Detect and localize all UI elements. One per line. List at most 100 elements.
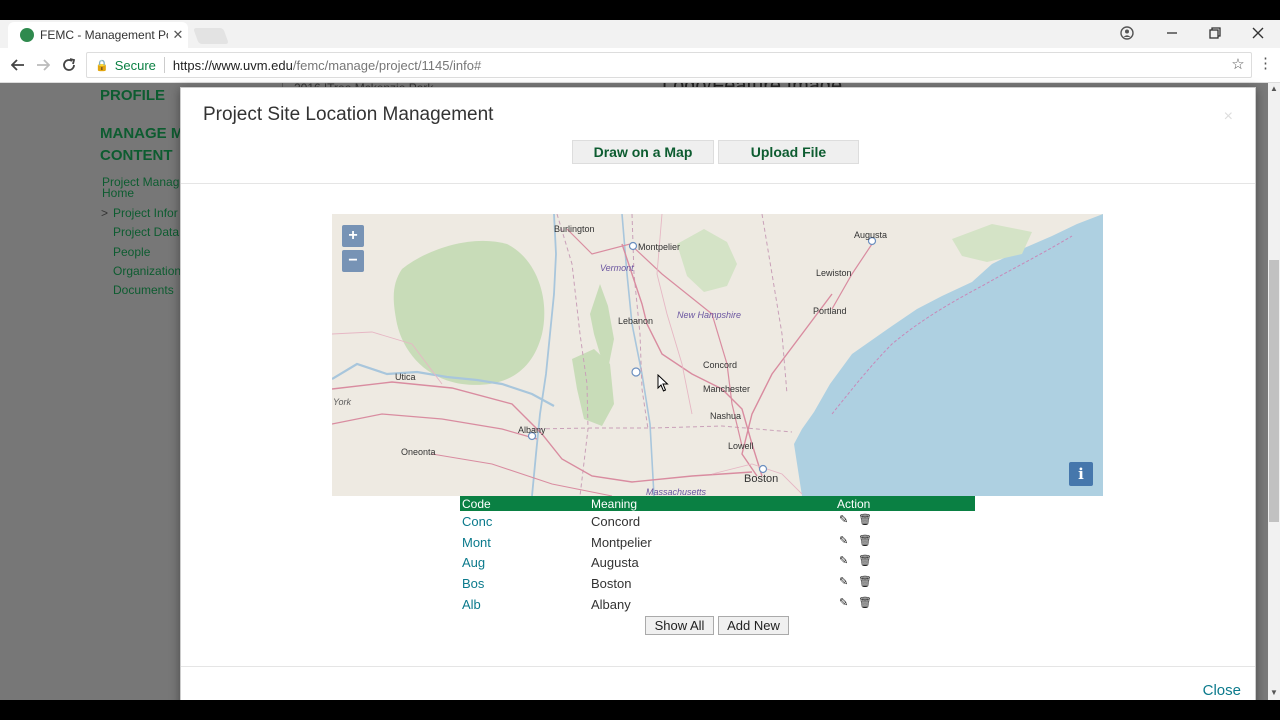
edit-icon[interactable]: ✎ [839, 513, 848, 526]
tab-title: FEMC - Management Po [40, 28, 168, 42]
map-forest-adirondacks [393, 240, 545, 385]
map-forest-white-mountains [677, 229, 737, 292]
screen-bottom-bar [0, 700, 1280, 720]
edit-icon[interactable]: ✎ [839, 554, 848, 567]
edit-icon[interactable]: ✎ [839, 596, 848, 609]
secure-label: Secure [114, 57, 156, 73]
url-bar[interactable]: 🔒 Secure https://www.uvm.edu/femc/manage… [86, 52, 1252, 78]
delete-icon[interactable]: 🗑 [858, 596, 872, 609]
header-action: Action [837, 497, 871, 511]
map-basemap [332, 214, 1103, 496]
sidebar-content[interactable]: CONTENT [100, 147, 173, 164]
profile-icon[interactable] [1107, 20, 1147, 46]
tab-close-icon[interactable]: ✕ [168, 27, 188, 43]
window-close-icon[interactable] [1238, 20, 1278, 46]
url-separator [163, 57, 165, 73]
scrollbar-thumb[interactable] [1269, 260, 1279, 522]
header-code: Code [462, 497, 491, 511]
zoom-out-button[interactable]: − [342, 250, 364, 272]
map-ma-border [531, 425, 793, 433]
map-view[interactable]: Burlington Montpelier Vermont Augusta Le… [332, 214, 1103, 496]
site-location-modal: Project Site Location Management × Draw … [180, 87, 1256, 709]
delete-icon[interactable]: 🗑 [858, 575, 872, 588]
scroll-down-icon[interactable]: ▼ [1268, 688, 1280, 700]
map-label-new-hampshire: New Hampshire [677, 310, 742, 320]
screen-top-bar [0, 0, 1280, 20]
location-table: Code Meaning Action Conc Concord ✎ 🗑 Mon… [460, 496, 975, 614]
row-code-link[interactable]: Alb [462, 597, 481, 612]
upload-file-button[interactable]: Upload File [718, 140, 859, 164]
sidebar-manage[interactable]: MANAGE M [100, 125, 183, 142]
map-hudson-river [531, 214, 557, 496]
row-meaning: Albany [591, 596, 631, 612]
scroll-up-icon[interactable]: ▲ [1268, 84, 1280, 96]
lock-icon: 🔒 [95, 59, 109, 72]
map-label-burlington: Burlington [554, 224, 595, 234]
map-marker-concord [631, 367, 641, 377]
header-meaning: Meaning [591, 497, 638, 511]
row-code-link[interactable]: Bos [462, 576, 484, 591]
map-label-portland: Portland [813, 306, 847, 316]
draw-on-map-button[interactable]: Draw on a Map [572, 140, 714, 164]
sidebar-item-home[interactable]: Home [102, 186, 134, 200]
delete-icon[interactable]: 🗑 [858, 554, 872, 567]
row-meaning: Concord [591, 514, 641, 529]
forward-icon[interactable] [31, 54, 55, 76]
reload-icon[interactable] [57, 54, 81, 76]
add-new-button[interactable]: Add New [718, 616, 789, 635]
row-code-link[interactable]: Aug [462, 555, 485, 570]
table-row: Bos Boston ✎ 🗑 [460, 573, 975, 594]
table-row: Mont Montpelier ✎ 🗑 [460, 532, 975, 553]
browser-tab[interactable]: FEMC - Management Po ✕ [8, 22, 188, 48]
map-label-utica: Utica [395, 372, 416, 382]
restore-icon[interactable] [1195, 20, 1235, 46]
zoom-in-button[interactable]: + [342, 225, 364, 247]
sidebar-item-project-data[interactable]: Project Data [113, 225, 179, 239]
map-label-montpelier: Montpelier [638, 242, 681, 252]
table-header: Code Meaning Action [460, 496, 975, 511]
delete-icon[interactable]: 🗑 [858, 513, 872, 526]
map-label-york: York [333, 397, 352, 407]
row-meaning: Montpelier [591, 534, 652, 550]
map-info-button[interactable]: i [1069, 462, 1093, 486]
edit-icon[interactable]: ✎ [839, 534, 848, 547]
map-label-concord: Concord [703, 360, 738, 370]
map-label-boston: Boston [744, 473, 779, 485]
edit-icon[interactable]: ✎ [839, 575, 848, 588]
sidebar-item-people[interactable]: People [113, 245, 150, 259]
sidebar-item-documents[interactable]: Documents [113, 283, 174, 297]
map-label-augusta: Augusta [854, 230, 888, 240]
delete-icon[interactable]: 🗑 [858, 534, 872, 547]
map-label-nashua: Nashua [710, 411, 742, 421]
map-label-massachusetts: Massachusetts [646, 487, 707, 496]
new-tab-button[interactable] [193, 28, 229, 44]
modal-close-icon[interactable]: × [1224, 108, 1233, 126]
row-code-link[interactable]: Conc [462, 514, 492, 529]
map-label-vermont: Vermont [600, 263, 634, 273]
url-path: /femc/manage/project/1145/info# [292, 57, 482, 73]
row-code-link[interactable]: Mont [462, 535, 491, 550]
minimize-icon[interactable] [1152, 20, 1192, 46]
map-marker-boston [758, 464, 768, 474]
map-label-albany: Albany [518, 425, 546, 435]
map-label-lebanon: Lebanon [618, 316, 654, 326]
show-all-button[interactable]: Show All [645, 616, 714, 635]
modal-title: Project Site Location Management [203, 104, 494, 125]
url-host: https://www.uvm.edu [172, 57, 293, 73]
sidebar-item-organization[interactable]: Organization [113, 264, 181, 278]
browser-menu-icon[interactable]: ⋮ [1258, 54, 1273, 72]
map-road-7 [431, 453, 613, 496]
bookmark-star-icon[interactable]: ☆ [1225, 55, 1251, 73]
sidebar-item-project-info[interactable]: Project Infor [113, 206, 178, 220]
map-road-2 [332, 413, 538, 440]
tab-strip [0, 20, 1280, 48]
map-label-lowell: Lowell [728, 441, 754, 451]
back-icon[interactable] [6, 54, 30, 76]
map-label-lewiston: Lewiston [816, 268, 852, 278]
modal-close-link[interactable]: Close [1203, 682, 1241, 699]
sidebar-profile[interactable]: PROFILE [100, 87, 165, 104]
row-meaning: Boston [591, 576, 632, 592]
map-ocean [794, 214, 1103, 496]
row-meaning: Augusta [591, 555, 639, 571]
map-label-manchester: Manchester [703, 384, 751, 394]
